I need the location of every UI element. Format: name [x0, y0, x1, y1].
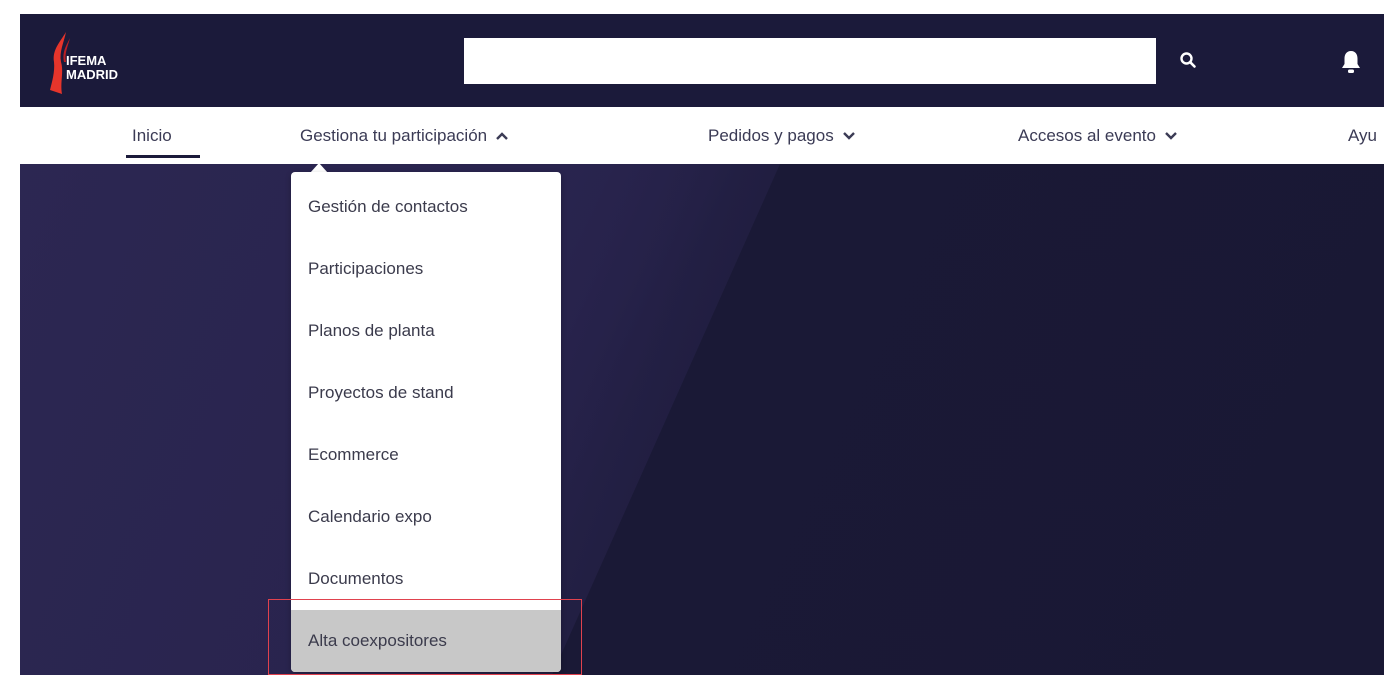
nav-item-gestiona[interactable]: Gestiona tu participación: [300, 107, 509, 164]
menu-item-label: Documentos: [308, 569, 404, 588]
gestiona-dropdown-menu: Gestión de contactos Participaciones Pla…: [291, 172, 561, 672]
menu-item-label: Calendario expo: [308, 507, 432, 526]
menu-item-planos-planta[interactable]: Planos de planta: [291, 300, 561, 362]
notifications-button[interactable]: [1334, 44, 1368, 80]
chevron-up-icon: [495, 131, 509, 141]
menu-item-participaciones[interactable]: Participaciones: [291, 238, 561, 300]
nav-item-pedidos[interactable]: Pedidos y pagos: [708, 107, 856, 164]
menu-item-label: Ecommerce: [308, 445, 399, 464]
active-tab-underline: [126, 155, 200, 158]
nav-item-label: Accesos al evento: [1018, 125, 1156, 145]
nav-item-ayuda[interactable]: Ayu: [1348, 107, 1384, 164]
nav-item-label: Ayu: [1348, 125, 1377, 145]
app-window: IFEMA MADRID Inicio Gestiona tu particip…: [0, 0, 1384, 675]
menu-item-documentos[interactable]: Documentos: [291, 548, 561, 610]
search-icon: [1180, 52, 1196, 68]
chevron-down-icon: [1164, 131, 1178, 141]
menu-item-alta-coexpositores[interactable]: Alta coexpositores: [291, 610, 561, 672]
menu-item-ecommerce[interactable]: Ecommerce: [291, 424, 561, 486]
search-button[interactable]: [1168, 40, 1208, 80]
menu-item-label: Alta coexpositores: [308, 631, 447, 650]
chevron-down-icon: [842, 131, 856, 141]
nav-item-label: Gestiona tu participación: [300, 125, 488, 145]
ifema-logo[interactable]: IFEMA MADRID: [48, 32, 148, 96]
bell-icon: [1342, 51, 1360, 73]
menu-item-label: Proyectos de stand: [308, 383, 454, 402]
logo-text-bottom: MADRID: [66, 67, 118, 82]
search-input[interactable]: [464, 38, 1156, 84]
menu-item-calendario-expo[interactable]: Calendario expo: [291, 486, 561, 548]
logo-text-top: IFEMA: [66, 53, 107, 68]
menu-item-proyectos-stand[interactable]: Proyectos de stand: [291, 362, 561, 424]
hero-background: [20, 164, 1384, 675]
nav-item-accesos[interactable]: Accesos al evento: [1018, 107, 1178, 164]
menu-item-gestion-contactos[interactable]: Gestión de contactos: [291, 176, 561, 238]
main-nav-bar: [20, 107, 1384, 164]
menu-item-label: Planos de planta: [308, 321, 435, 340]
nav-item-label: Pedidos y pagos: [708, 125, 834, 145]
nav-item-label: Inicio: [132, 125, 172, 145]
menu-item-label: Participaciones: [308, 259, 424, 278]
menu-item-label: Gestión de contactos: [308, 197, 468, 216]
